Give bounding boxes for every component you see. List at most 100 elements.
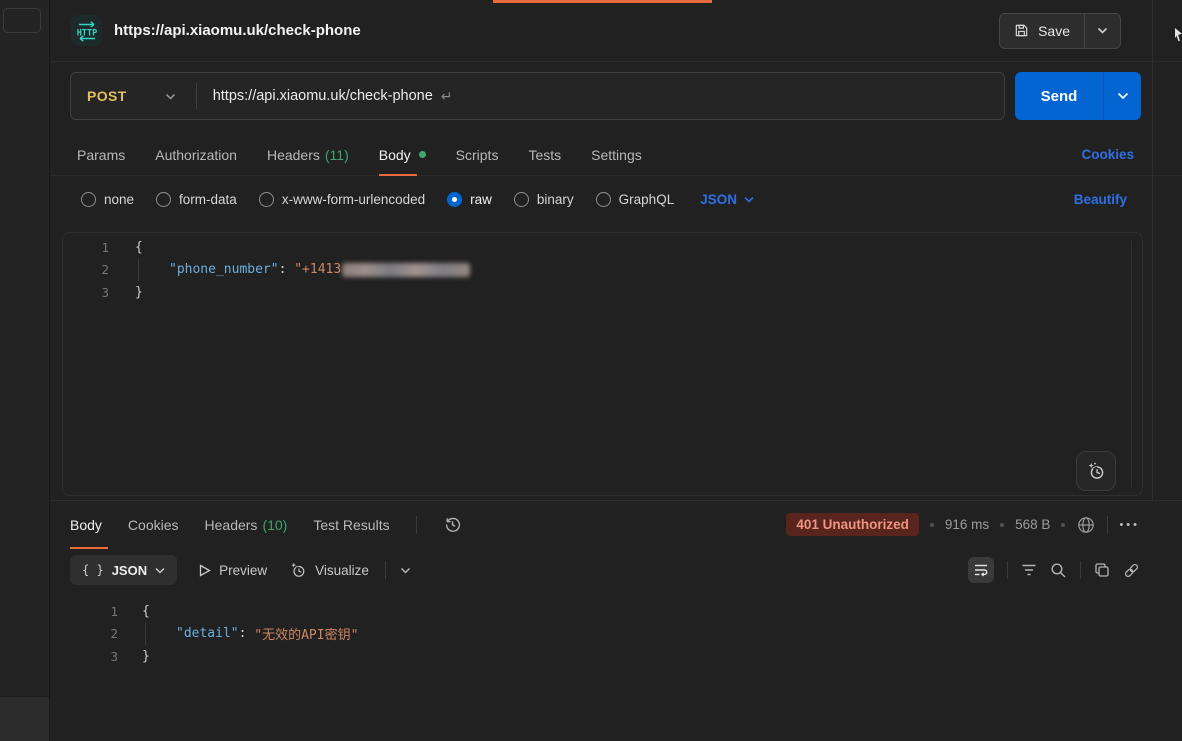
- response-status-cluster: 401 Unauthorized 916 ms 568 B •••: [786, 513, 1140, 536]
- wrap-text-icon: [973, 562, 989, 578]
- close-brace: }: [142, 649, 150, 664]
- response-tab-cookies[interactable]: Cookies: [128, 501, 179, 548]
- tab-body[interactable]: Body: [379, 134, 426, 175]
- radio-form-data[interactable]: form-data: [156, 192, 237, 207]
- response-format-button[interactable]: { } JSON: [70, 555, 177, 585]
- beautify-link[interactable]: Beautify: [1074, 192, 1127, 207]
- body-mode-bar: none form-data x-www-form-urlencoded raw…: [51, 178, 1182, 220]
- line-number: 3: [63, 285, 109, 300]
- wrap-text-button[interactable]: [968, 557, 994, 583]
- code-line[interactable]: 2 "phone_number" : "+1413: [63, 259, 1142, 282]
- more-view-options-chevron[interactable]: [400, 567, 411, 574]
- active-tab-underline: [379, 174, 417, 176]
- globe-icon: [1076, 515, 1096, 535]
- cookies-link[interactable]: Cookies: [1081, 147, 1134, 162]
- chevron-down-icon: [155, 567, 165, 574]
- code-line[interactable]: 3 }: [51, 645, 1182, 668]
- send-button[interactable]: Send: [1015, 72, 1141, 120]
- editor-scrollbar-track[interactable]: [1131, 241, 1132, 487]
- response-tab-body[interactable]: Body: [70, 501, 102, 548]
- code-line[interactable]: 1 {: [51, 600, 1182, 623]
- redacted-phone-number: [342, 263, 470, 277]
- sparkle-ball-icon: [1086, 461, 1106, 481]
- line-number: 1: [63, 240, 109, 255]
- visualize-button[interactable]: Visualize: [289, 561, 369, 579]
- postbot-button[interactable]: [1076, 451, 1116, 491]
- code-line[interactable]: 3 }: [63, 281, 1142, 304]
- status-badge: 401 Unauthorized: [786, 513, 919, 536]
- response-time: 916 ms: [945, 517, 989, 532]
- radio-raw[interactable]: raw: [447, 192, 492, 207]
- send-options-button[interactable]: [1104, 72, 1141, 120]
- tab-scripts[interactable]: Scripts: [456, 134, 499, 175]
- line-number: 2: [63, 262, 109, 277]
- request-body-editor[interactable]: 1 { 2 "phone_number" : "+1413 3 }: [62, 232, 1143, 496]
- save-options-button[interactable]: [1085, 14, 1120, 48]
- preview-button[interactable]: Preview: [199, 563, 267, 578]
- divider: [1107, 516, 1108, 534]
- copy-button[interactable]: [1094, 562, 1110, 578]
- code-line[interactable]: 1 {: [63, 236, 1142, 259]
- radio-binary[interactable]: binary: [514, 192, 574, 207]
- request-url-bar: POST https://api.xiaomu.uk/check-phone ↵: [70, 72, 1005, 120]
- more-options-button[interactable]: •••: [1119, 519, 1140, 531]
- svg-text:HTTP: HTTP: [76, 28, 96, 38]
- search-button[interactable]: [1050, 562, 1067, 579]
- json-value: "无效的API密钥": [254, 624, 358, 643]
- braces-icon: { }: [82, 563, 104, 577]
- radio-circle-icon[interactable]: [259, 192, 274, 207]
- response-headers-count-badge: (10): [262, 517, 287, 533]
- network-info-button[interactable]: [1076, 515, 1096, 535]
- play-outline-icon: [199, 564, 211, 577]
- tab-params[interactable]: Params: [77, 134, 125, 175]
- line-number: 3: [51, 649, 118, 664]
- method-selector-chevron[interactable]: [165, 93, 176, 100]
- url-divider: [196, 83, 197, 109]
- send-button-label[interactable]: Send: [1015, 72, 1103, 120]
- json-value-visible: "+1413: [294, 262, 341, 277]
- method-selector[interactable]: POST: [87, 88, 127, 104]
- radio-circle-icon[interactable]: [81, 192, 96, 207]
- return-key-icon: ↵: [441, 88, 453, 105]
- save-icon: [1014, 23, 1029, 38]
- response-body-editor[interactable]: 1 { 2 "detail" : "无效的API密钥" 3 }: [51, 592, 1182, 668]
- close-brace: }: [135, 285, 143, 300]
- copy-icon: [1094, 562, 1110, 578]
- radio-graphql[interactable]: GraphQL: [596, 192, 675, 207]
- tab-headers[interactable]: Headers(11): [267, 134, 349, 175]
- response-history-button[interactable]: [443, 515, 462, 534]
- response-tabs-bar: Body Cookies Headers(10) Test Results 40…: [51, 501, 1182, 548]
- request-title: https://api.xiaomu.uk/check-phone: [114, 22, 361, 39]
- request-tabs-bar: Params Authorization Headers(11) Body Sc…: [51, 134, 1182, 176]
- filter-button[interactable]: [1021, 563, 1037, 577]
- divider: [1007, 561, 1008, 579]
- response-tab-test-results[interactable]: Test Results: [313, 501, 389, 548]
- json-key: "detail": [176, 626, 239, 641]
- radio-circle-icon[interactable]: [514, 192, 529, 207]
- body-content-dot-indicator: [419, 151, 426, 158]
- response-view-tools: [968, 557, 1140, 583]
- chevron-down-icon: [744, 196, 754, 203]
- response-tab-headers[interactable]: Headers(10): [205, 501, 288, 548]
- radio-none[interactable]: none: [81, 192, 134, 207]
- raw-format-selector[interactable]: JSON: [700, 192, 754, 207]
- http-method-icon: HTTP: [71, 15, 102, 46]
- link-icon: [1123, 562, 1140, 579]
- url-input[interactable]: https://api.xiaomu.uk/check-phone: [213, 88, 433, 104]
- tab-tests[interactable]: Tests: [528, 134, 561, 175]
- separator-dot: [1061, 523, 1065, 527]
- radio-x-www-form-urlencoded[interactable]: x-www-form-urlencoded: [259, 192, 425, 207]
- save-button[interactable]: Save: [999, 13, 1121, 49]
- radio-circle-icon[interactable]: [596, 192, 611, 207]
- radio-selected-icon[interactable]: [447, 192, 462, 207]
- response-size: 568 B: [1015, 517, 1050, 532]
- tab-authorization[interactable]: Authorization: [155, 134, 237, 175]
- share-link-button[interactable]: [1123, 562, 1140, 579]
- json-colon: :: [239, 626, 255, 641]
- code-line[interactable]: 2 "detail" : "无效的API密钥": [51, 623, 1182, 646]
- sidebar-collapsed-item[interactable]: [3, 8, 41, 33]
- radio-circle-icon[interactable]: [156, 192, 171, 207]
- filter-icon: [1021, 563, 1037, 577]
- history-clock-icon: [443, 515, 462, 534]
- tab-settings[interactable]: Settings: [591, 134, 642, 175]
